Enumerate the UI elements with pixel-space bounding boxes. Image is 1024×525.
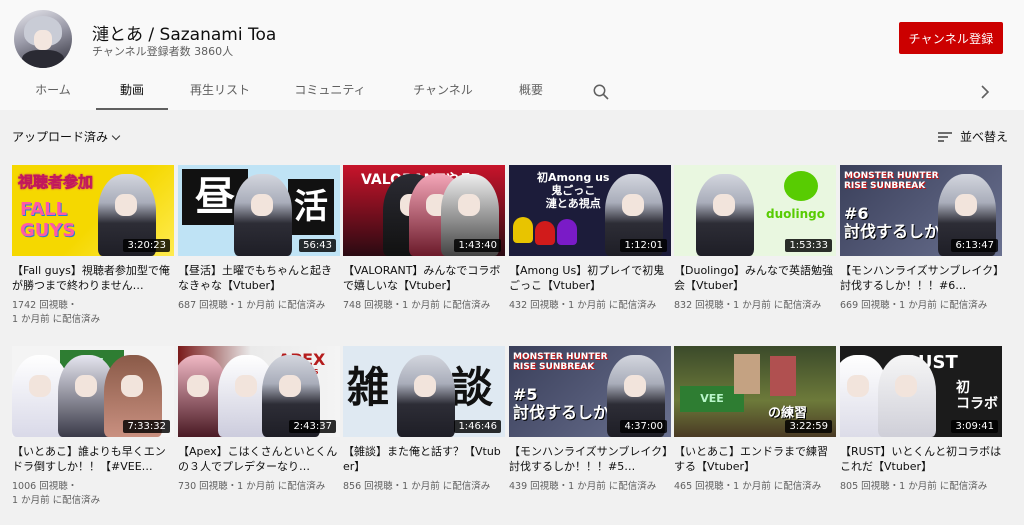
video-thumbnail[interactable]: MONSTER HUNTER RISE SUNBREAK #6 討伐するしか！ 6:…: [840, 165, 1002, 256]
tab-channels[interactable]: チャンネル: [404, 74, 482, 110]
video-meta: 805 回視聴・1 か月前 に配信済み: [840, 480, 1002, 494]
video-thumbnail[interactable]: APEX LEGENDS 2:43:37: [178, 346, 340, 437]
uploads-filter[interactable]: アップロード済み: [12, 128, 121, 145]
channel-avatar[interactable]: [14, 10, 72, 68]
chevron-right-icon[interactable]: [976, 83, 994, 101]
video-meta: 832 回視聴・1 か月前 に配信済み: [674, 299, 836, 313]
video-meta: 730 回視聴・1 か月前 に配信済み: [178, 480, 340, 494]
video-views: 730 回視聴・1 か月前 に配信済み: [178, 481, 326, 492]
video-meta: 687 回視聴・1 か月前 に配信済み: [178, 299, 340, 313]
video-card[interactable]: duolingo 1:53:33 【Duolingo】みんなで英語勉強会【Vtu…: [674, 165, 836, 313]
tab-about[interactable]: 概要: [508, 74, 554, 110]
video-card[interactable]: MONSTER HUNTER RISE SUNBREAK #5 討伐するしか！ 4:…: [509, 346, 671, 494]
videos-section: アップロード済み 並べ替え 視聴者参加 FALL GUYS 3:20:23 【Fa…: [0, 110, 1024, 525]
video-duration: 2:43:37: [289, 420, 336, 433]
video-title[interactable]: 【いとあこ】エンドラまで練習する【Vtuber】: [674, 444, 836, 474]
video-title[interactable]: 【Apex】こはくさんといとくんの３人でプレデターなり…: [178, 444, 340, 474]
video-views: 856 回視聴・1 か月前 に配信済み: [343, 481, 491, 492]
video-card[interactable]: MONSTER HUNTER RISE SUNBREAK #6 討伐するしか！ 6:…: [840, 165, 1002, 313]
video-card[interactable]: 初Among us 鬼ごっこ 漣とあ視点 1:12:01 【Among Us】初プレ…: [509, 165, 671, 313]
subscriber-count: チャンネル登録者数 3860人: [92, 45, 234, 58]
video-title[interactable]: 【Duolingo】みんなで英語勉強会【Vtuber】: [674, 263, 836, 293]
video-duration: 4:37:00: [620, 420, 667, 433]
video-card[interactable]: 視聴者参加 FALL GUYS 3:20:23 【Fall guys】視聴者参加型…: [12, 165, 174, 327]
video-thumbnail[interactable]: VEE 7:33:32: [12, 346, 174, 437]
channel-name: 漣とあ / Sazanami Toa: [92, 25, 277, 45]
video-card[interactable]: VEE の練習 3:22:59 【いとあこ】エンドラまで練習する【Vtuber】…: [674, 346, 836, 494]
chevron-down-icon: [111, 131, 121, 141]
tab-playlists[interactable]: 再生リスト: [180, 74, 260, 110]
video-duration: 1:46:46: [454, 420, 501, 433]
sort-icon: [938, 131, 952, 142]
video-views: 439 回視聴・1 か月前 に配信済み: [509, 481, 657, 492]
video-meta: 748 回視聴・1 か月前 に配信済み: [343, 299, 505, 313]
channel-tabs: ホーム 動画 再生リスト コミュニティ チャンネル 概要: [0, 74, 1024, 110]
video-thumbnail[interactable]: 初Among us 鬼ごっこ 漣とあ視点 1:12:01: [509, 165, 671, 256]
search-icon[interactable]: [592, 83, 610, 101]
video-title[interactable]: 【昼活】土曜でもちゃんと起きなきゃな【Vtuber】: [178, 263, 340, 293]
video-meta: 432 回視聴・1 か月前 に配信済み: [509, 299, 671, 313]
channel-header: 漣とあ / Sazanami Toa チャンネル登録者数 3860人 チャンネル…: [0, 0, 1024, 74]
video-views: 832 回視聴・1 か月前 に配信済み: [674, 300, 822, 311]
video-duration: 1:12:01: [620, 239, 667, 252]
video-thumbnail[interactable]: 雑 談 1:46:46: [343, 346, 505, 437]
video-views: 669 回視聴・1 か月前 に配信済み: [840, 300, 988, 311]
tab-community[interactable]: コミュニティ: [284, 74, 376, 110]
video-meta: 1006 回視聴・ 1 か月前 に配信済み: [12, 480, 174, 508]
video-views: 748 回視聴・1 か月前 に配信済み: [343, 300, 491, 311]
video-card[interactable]: VALORANTやる 1:43:40 【VALORANT】みんなでコラボで嬉しい…: [343, 165, 505, 313]
video-title[interactable]: 【RUST】いとくんと初コラボはこれだ【Vtuber】: [840, 444, 1002, 474]
video-card[interactable]: VEE 7:33:32 【いとあこ】誰よりも早くエンドラ倒すしか！！【#VEE……: [12, 346, 174, 508]
video-duration: 3:20:23: [123, 239, 170, 252]
video-views: 805 回視聴・1 か月前 に配信済み: [840, 481, 988, 492]
video-thumbnail[interactable]: VEE の練習 3:22:59: [674, 346, 836, 437]
video-card[interactable]: APEX LEGENDS 2:43:37 【Apex】こはくさんといとくんの３人…: [178, 346, 340, 494]
tab-videos[interactable]: 動画: [96, 74, 168, 110]
video-duration: 1:53:33: [785, 239, 832, 252]
video-views: 1742 回視聴・: [12, 300, 78, 311]
subscribe-button[interactable]: チャンネル登録: [899, 22, 1003, 54]
video-title[interactable]: 【いとあこ】誰よりも早くエンドラ倒すしか！！【#VEE…: [12, 444, 174, 474]
video-duration: 7:33:32: [123, 420, 170, 433]
video-views: 432 回視聴・1 か月前 に配信済み: [509, 300, 657, 311]
video-meta: 465 回視聴・1 か月前 に配信済み: [674, 480, 836, 494]
video-card[interactable]: 雑 談 1:46:46 【雑談】また俺と話す？【Vtuber】 856 回視聴・…: [343, 346, 505, 494]
video-thumbnail[interactable]: VALORANTやる 1:43:40: [343, 165, 505, 256]
video-duration: 3:09:41: [951, 420, 998, 433]
video-thumbnail[interactable]: 視聴者参加 FALL GUYS 3:20:23: [12, 165, 174, 256]
tab-home[interactable]: ホーム: [22, 74, 84, 110]
video-thumbnail[interactable]: MONSTER HUNTER RISE SUNBREAK #5 討伐するしか！ 4:…: [509, 346, 671, 437]
video-age: 1 か月前 に配信済み: [12, 314, 101, 325]
video-card[interactable]: RUST 初コラボ 3:09:41 【RUST】いとくんと初コラボはこれだ【Vt…: [840, 346, 1002, 494]
video-card[interactable]: 昼 活 56:43 【昼活】土曜でもちゃんと起きなきゃな【Vtuber】 687…: [178, 165, 340, 313]
video-duration: 3:22:59: [785, 420, 832, 433]
video-meta: 669 回視聴・1 か月前 に配信済み: [840, 299, 1002, 313]
video-thumbnail[interactable]: 昼 活 56:43: [178, 165, 340, 256]
video-title[interactable]: 【モンハンライズサンブレイク】討伐するしか！！！#5…: [509, 444, 671, 474]
video-meta: 1742 回視聴・ 1 か月前 に配信済み: [12, 299, 174, 327]
uploads-label: アップロード済み: [12, 130, 109, 144]
video-title[interactable]: 【雑談】また俺と話す？【Vtuber】: [343, 444, 505, 474]
video-title[interactable]: 【Among Us】初プレイで初鬼ごっこ【Vtuber】: [509, 263, 671, 293]
video-meta: 856 回視聴・1 か月前 に配信済み: [343, 480, 505, 494]
video-title[interactable]: 【VALORANT】みんなでコラボで嬉しいな【Vtuber】: [343, 263, 505, 293]
video-title[interactable]: 【モンハンライズサンブレイク】討伐するしか！！！#6…: [840, 263, 1002, 293]
video-age: 1 か月前 に配信済み: [12, 495, 101, 506]
video-duration: 1:43:40: [454, 239, 501, 252]
video-views: 687 回視聴・1 か月前 に配信済み: [178, 300, 326, 311]
video-duration: 6:13:47: [951, 239, 998, 252]
video-thumbnail[interactable]: RUST 初コラボ 3:09:41: [840, 346, 1002, 437]
video-title[interactable]: 【Fall guys】視聴者参加型で俺が勝つまで終わりません…: [12, 263, 174, 293]
video-thumbnail[interactable]: duolingo 1:53:33: [674, 165, 836, 256]
video-views: 1006 回視聴・: [12, 481, 78, 492]
video-duration: 56:43: [299, 239, 336, 252]
video-meta: 439 回視聴・1 か月前 に配信済み: [509, 480, 671, 494]
sort-button[interactable]: 並べ替え: [938, 128, 1008, 145]
video-views: 465 回視聴・1 か月前 に配信済み: [674, 481, 822, 492]
sort-label: 並べ替え: [960, 130, 1009, 144]
